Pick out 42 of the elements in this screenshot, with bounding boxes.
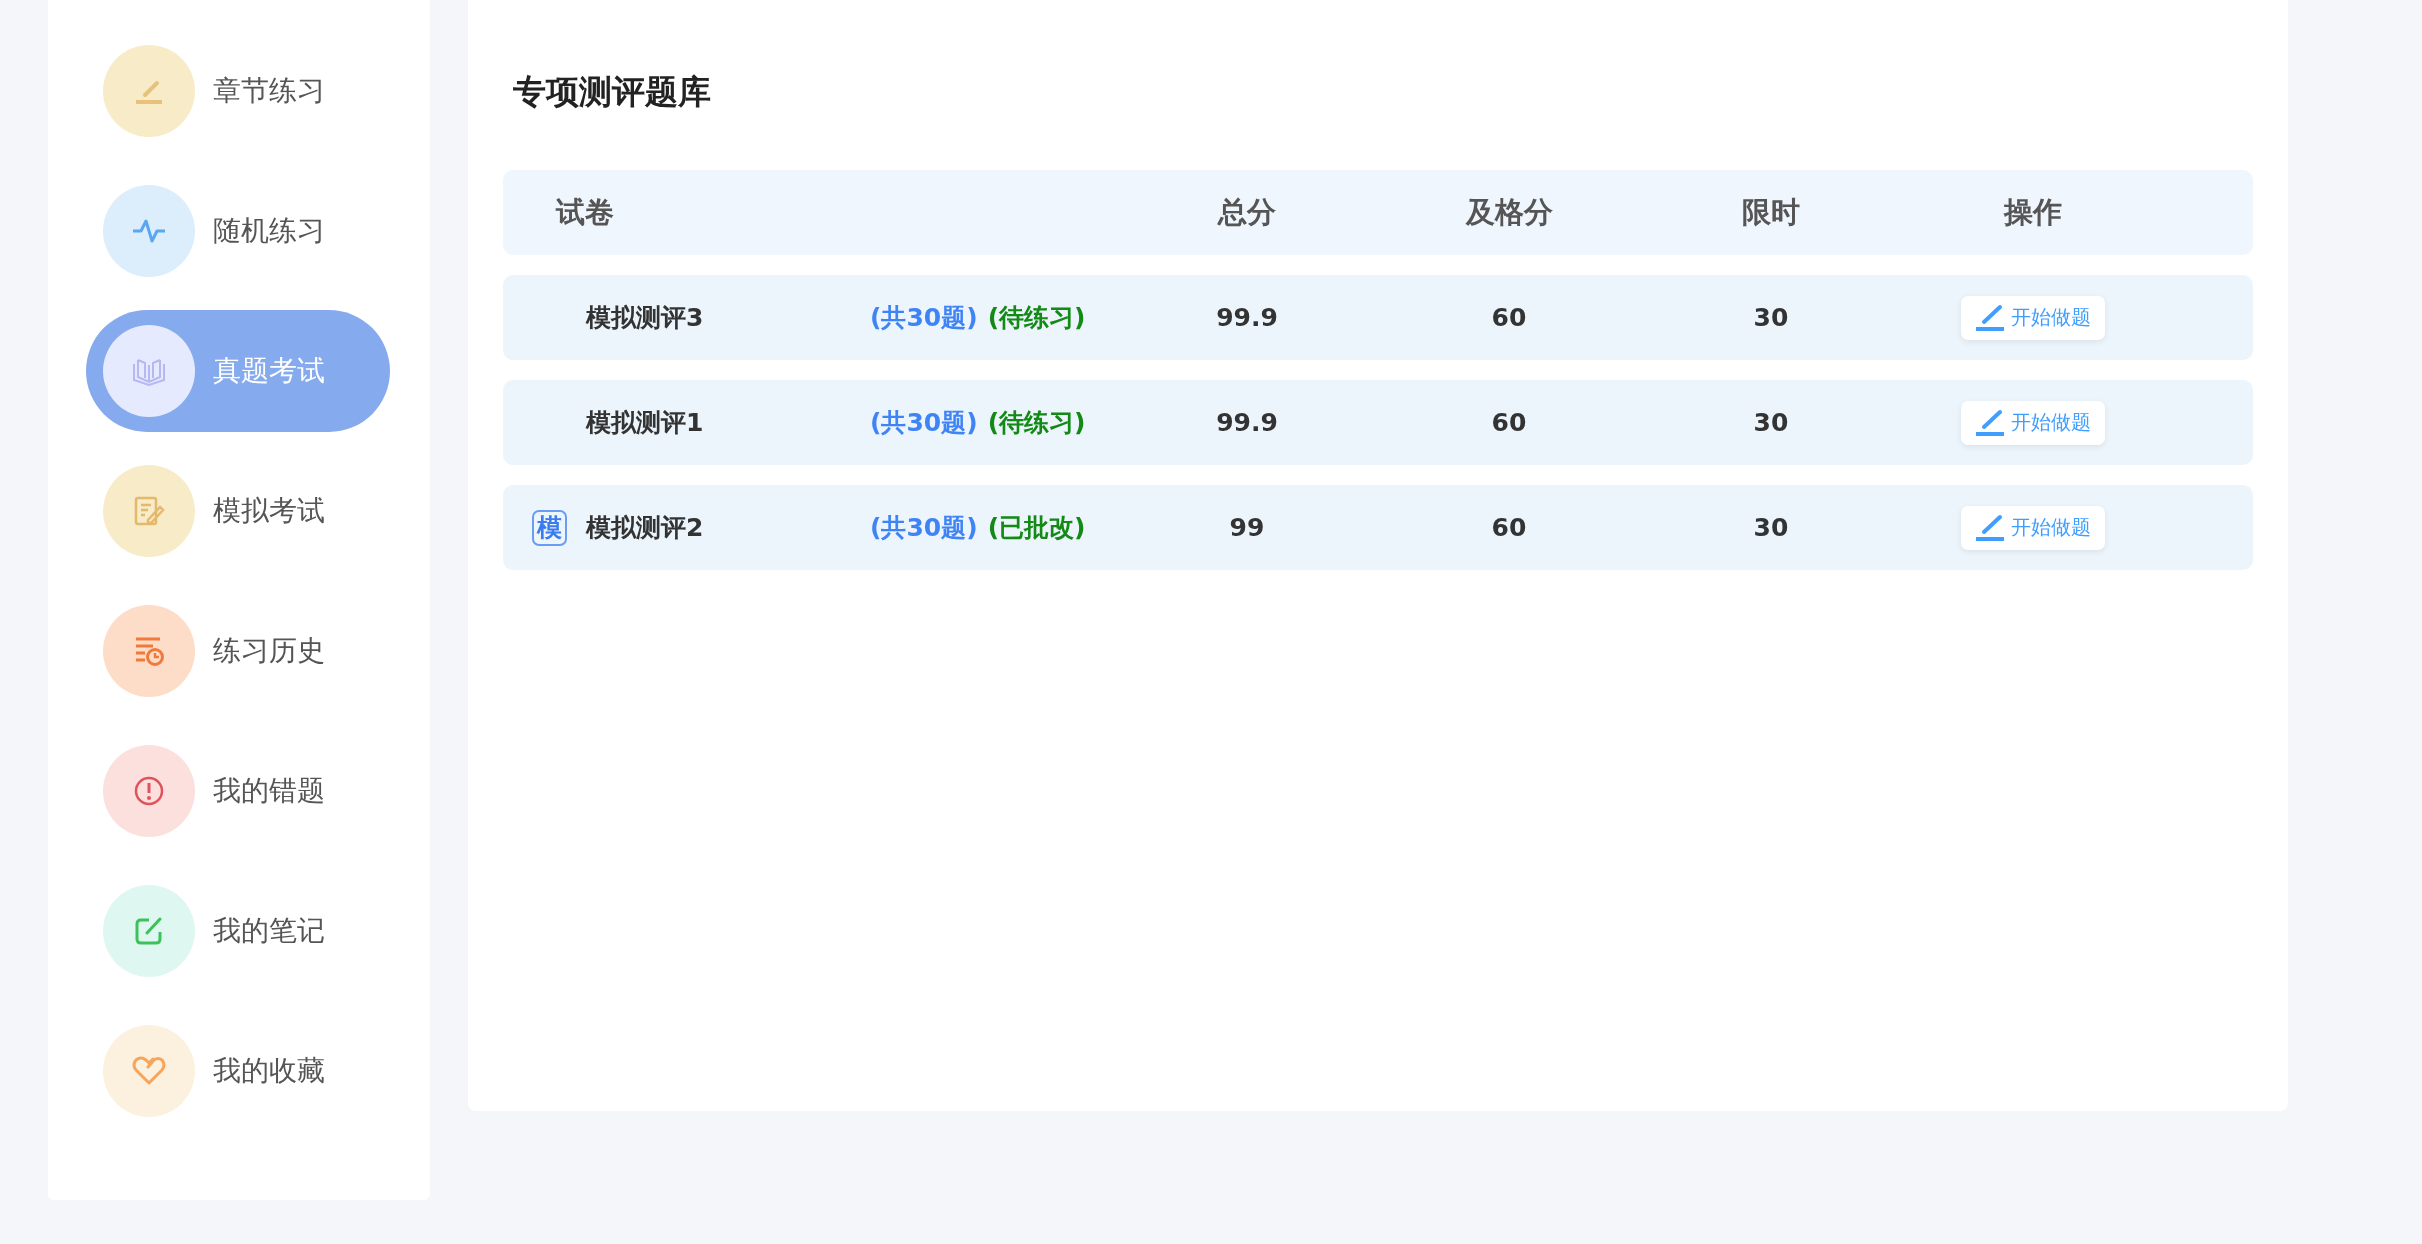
paper-name: 模拟测评2 [586,512,705,544]
alert-icon [133,775,165,807]
book-icon [132,356,166,386]
heart-icon [132,1056,166,1086]
table-cell-text: 99.9 [1215,303,1279,332]
page-title: 专项测评题库 [513,71,712,113]
sidebar-item[interactable]: 模拟考试 [86,450,390,572]
column-header: 限时 [1741,193,1801,231]
list-clock-icon [133,635,165,667]
sidebar-item[interactable]: 练习历史 [86,590,390,712]
paper-name: 模拟测评1 [586,407,705,439]
sidebar-item[interactable]: 我的笔记 [86,870,390,992]
table-cell-text: 60 [1490,513,1528,542]
paper-status: (待练习) [987,302,1086,334]
column-header: 操作 [2002,193,2063,231]
mock-badge: 模 [532,509,567,546]
sidebar-item[interactable]: 我的错题 [86,730,390,852]
edit-square-icon [133,915,165,947]
pencil-icon [1975,303,2005,332]
table-cell-text: 60 [1490,303,1528,332]
sidebar-item[interactable]: 章节练习 [86,30,390,152]
pulse-icon [132,218,166,244]
sidebar-item[interactable]: 我的收藏 [86,1010,390,1132]
column-header: 试卷 [554,193,615,231]
question-count: (共30题) [870,302,978,334]
note-pencil-icon [133,495,165,527]
pencil-icon [1975,408,2005,437]
question-count: (共30题) [870,512,978,544]
table-cell-text: 60 [1490,408,1528,437]
column-header: 及格分 [1464,193,1554,231]
table-cell-text: 99.9 [1215,408,1279,437]
column-header: 总分 [1216,193,1277,231]
sidebar-item[interactable]: 随机练习 [86,170,390,292]
paper-status: (待练习) [987,407,1086,439]
paper-name: 模拟测评3 [586,302,705,334]
table-cell-text: 30 [1752,408,1790,437]
question-count: (共30题) [870,407,978,439]
table-cell-text: 30 [1752,513,1790,542]
paper-status: (已批改) [987,512,1086,544]
table-cell-text: 30 [1752,303,1790,332]
pencil-icon [1975,513,2005,542]
table-cell-text: 99 [1228,513,1266,542]
